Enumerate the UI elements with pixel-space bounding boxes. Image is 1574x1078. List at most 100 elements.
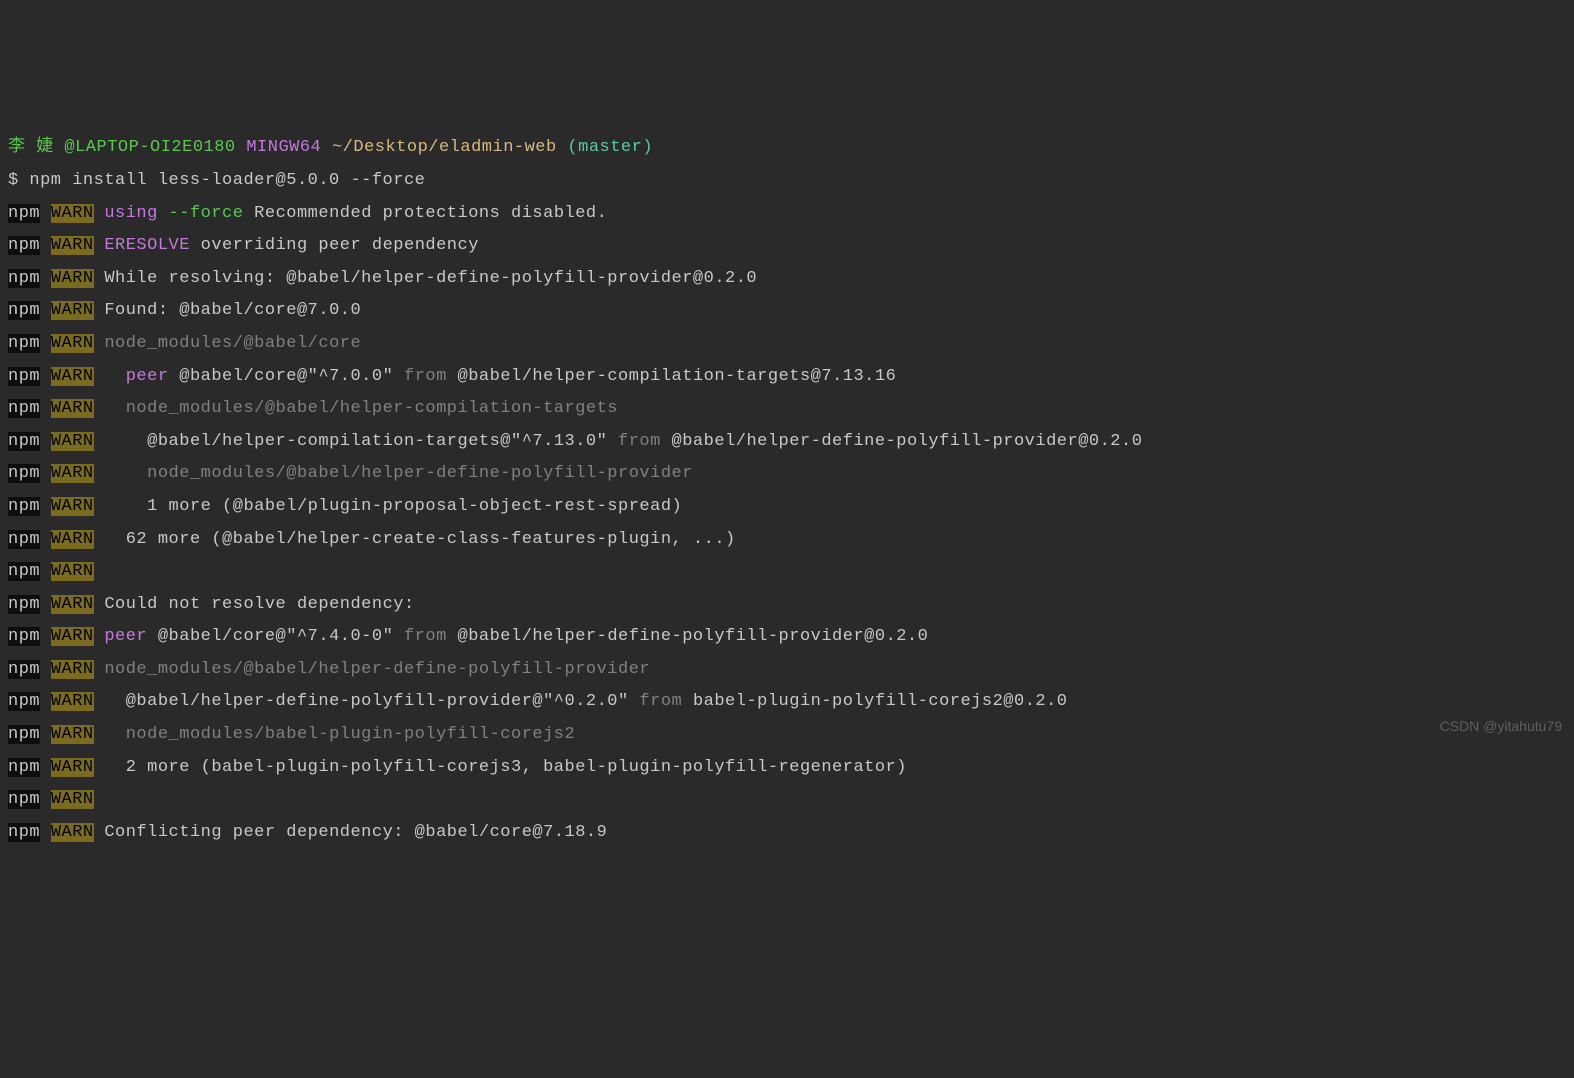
output-line: npm WARN using --force Recommended prote… [8,198,1566,231]
output-line: npm WARN node_modules/@babel/helper-defi… [8,654,1566,687]
prompt-path: ~/Desktop/eladmin-web [332,138,557,157]
text: 2 more (babel-plugin-polyfill-corejs3, b… [126,758,907,777]
warn-tag: WARN [51,758,94,777]
prompt-user: 李 婕 [8,138,54,157]
text: babel-plugin-polyfill-corejs2@0.2.0 [693,692,1068,711]
warn-tag: WARN [51,692,94,711]
output-line: npm WARN node_modules/@babel/core [8,328,1566,361]
text: node_modules/@babel/helper-compilation-t… [126,399,618,418]
npm-tag: npm [8,497,40,516]
text: node_modules/@babel/helper-define-polyfi… [147,464,693,483]
npm-tag: npm [8,367,40,386]
npm-tag: npm [8,790,40,809]
output-line: npm WARN node_modules/@babel/helper-defi… [8,458,1566,491]
text: @babel/helper-define-polyfill-provider@0… [672,432,1143,451]
text: peer [126,367,169,386]
npm-tag: npm [8,692,40,711]
text: @babel/core@"^7.4.0-0" [158,627,393,646]
text: --force [169,204,244,223]
output-line: npm WARN [8,556,1566,589]
warn-tag: WARN [51,725,94,744]
npm-tag: npm [8,301,40,320]
output-line: npm WARN 2 more (babel-plugin-polyfill-c… [8,752,1566,785]
text: 1 more (@babel/plugin-proposal-object-re… [147,497,682,516]
text: @babel/core@"^7.0.0" [179,367,393,386]
prompt-line: 李 婕 @LAPTOP-OI2E0180 MINGW64 ~/Desktop/e… [8,132,1566,165]
output-line: npm WARN While resolving: @babel/helper-… [8,263,1566,296]
warn-tag: WARN [51,627,94,646]
text: ERESOLVE [104,236,190,255]
text: 62 more (@babel/helper-create-class-feat… [126,530,736,549]
npm-tag: npm [8,627,40,646]
output-line: npm WARN @babel/helper-compilation-targe… [8,426,1566,459]
npm-tag: npm [8,725,40,744]
warn-tag: WARN [51,562,94,581]
prompt-symbol: $ [8,171,19,190]
output-line: npm WARN node_modules/@babel/helper-comp… [8,393,1566,426]
npm-tag: npm [8,236,40,255]
command-text: npm install less-loader@5.0.0 --force [29,171,425,190]
output-line: npm WARN 1 more (@babel/plugin-proposal-… [8,491,1566,524]
warn-tag: WARN [51,236,94,255]
warn-tag: WARN [51,595,94,614]
text: from [639,692,682,711]
text: @babel/helper-compilation-targets@7.13.1… [458,367,897,386]
warn-tag: WARN [51,497,94,516]
npm-tag: npm [8,530,40,549]
npm-tag: npm [8,334,40,353]
npm-tag: npm [8,562,40,581]
output-line: npm WARN Could not resolve dependency: [8,589,1566,622]
npm-tag: npm [8,399,40,418]
prompt-host: @LAPTOP-OI2E0180 [54,138,236,157]
text: node_modules/@babel/helper-define-polyfi… [104,660,650,679]
warn-tag: WARN [51,269,94,288]
warn-tag: WARN [51,530,94,549]
text: @babel/helper-define-polyfill-provider@"… [126,692,629,711]
text: peer [104,627,147,646]
output-line: npm WARN node_modules/babel-plugin-polyf… [8,719,1566,752]
prompt-shell: MINGW64 [246,138,321,157]
text: from [618,432,661,451]
output-line: npm WARN 62 more (@babel/helper-create-c… [8,524,1566,557]
command-line: $ npm install less-loader@5.0.0 --force [8,165,1566,198]
npm-tag: npm [8,464,40,483]
warn-tag: WARN [51,367,94,386]
warn-tag: WARN [51,301,94,320]
prompt-branch: (master) [567,138,653,157]
text: node_modules/babel-plugin-polyfill-corej… [126,725,575,744]
text: While resolving: @babel/helper-define-po… [104,269,757,288]
npm-tag: npm [8,595,40,614]
output-line: npm WARN [8,784,1566,817]
text: @babel/helper-compilation-targets@"^7.13… [147,432,607,451]
text: Recommended protections disabled. [254,204,607,223]
text: using [104,204,158,223]
text: node_modules/@babel/core [104,334,361,353]
text: @babel/helper-define-polyfill-provider@0… [458,627,929,646]
warn-tag: WARN [51,790,94,809]
text: overriding peer dependency [201,236,479,255]
warn-tag: WARN [51,334,94,353]
warn-tag: WARN [51,399,94,418]
text: Could not resolve dependency: [104,595,414,614]
warn-tag: WARN [51,204,94,223]
npm-tag: npm [8,204,40,223]
terminal-output[interactable]: 李 婕 @LAPTOP-OI2E0180 MINGW64 ~/Desktop/e… [8,132,1566,849]
npm-tag: npm [8,269,40,288]
output-line: npm WARN peer @babel/core@"^7.4.0-0" fro… [8,621,1566,654]
warn-tag: WARN [51,432,94,451]
npm-tag: npm [8,432,40,451]
output-line: npm WARN Found: @babel/core@7.0.0 [8,295,1566,328]
output-line: npm WARN peer @babel/core@"^7.0.0" from … [8,361,1566,394]
watermark: CSDN @yitahutu79 [1440,710,1562,743]
npm-tag: npm [8,660,40,679]
text: Conflicting peer dependency: @babel/core… [104,823,607,842]
text: from [404,367,447,386]
output-line: npm WARN ERESOLVE overriding peer depend… [8,230,1566,263]
text: Found: @babel/core@7.0.0 [104,301,361,320]
warn-tag: WARN [51,464,94,483]
output-line: npm WARN @babel/helper-define-polyfill-p… [8,686,1566,719]
output-line: npm WARN Conflicting peer dependency: @b… [8,817,1566,850]
npm-tag: npm [8,823,40,842]
warn-tag: WARN [51,823,94,842]
text: from [404,627,447,646]
